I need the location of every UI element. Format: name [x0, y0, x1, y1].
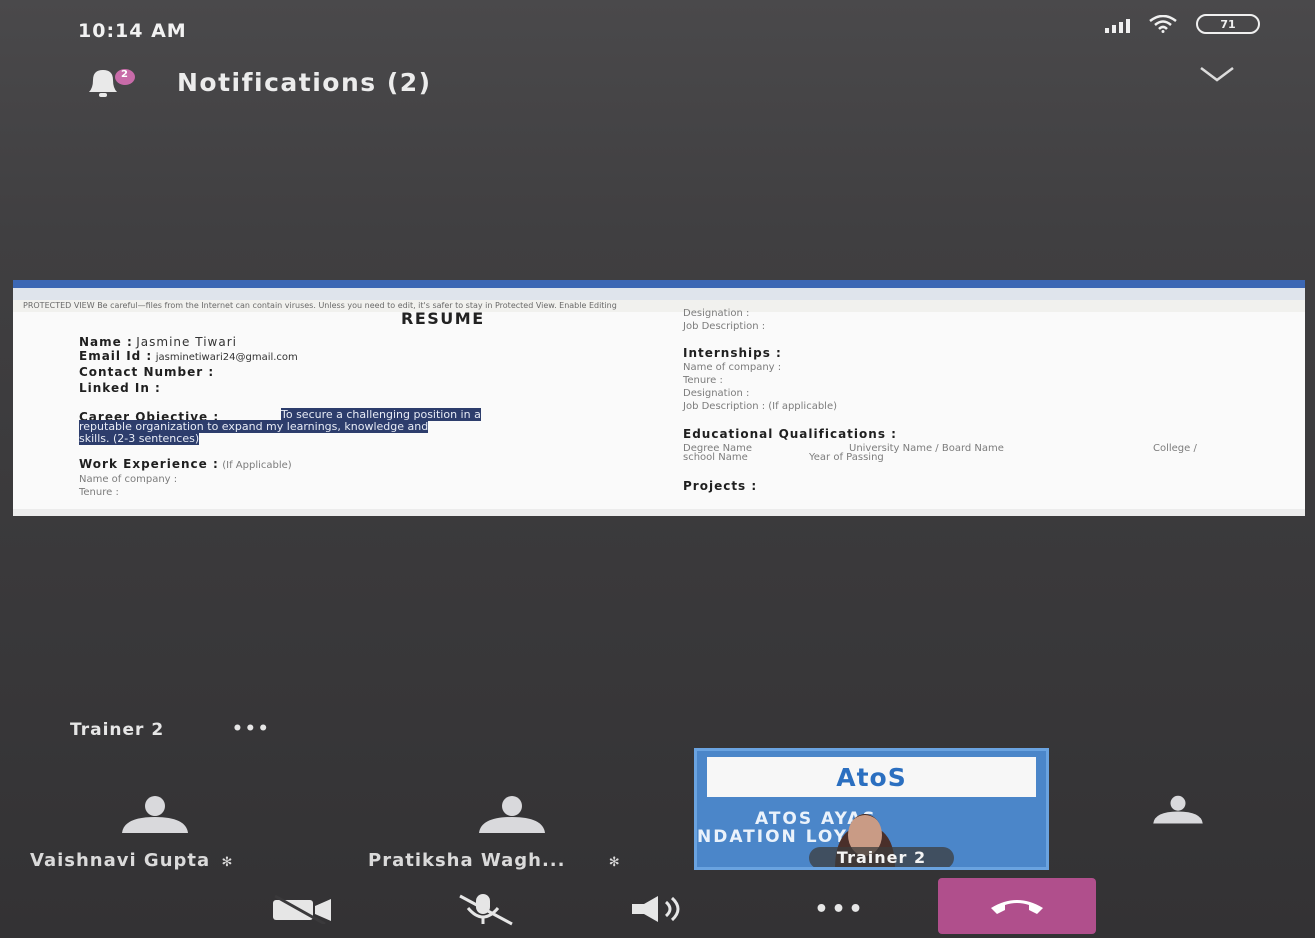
participant-name-1: Vaishnavi Gupta ✻ — [30, 850, 233, 871]
wifi-icon — [1149, 15, 1177, 33]
participant-name-text: Pratiksha Wagh... — [368, 850, 566, 871]
work-note: (If Applicable) — [222, 460, 292, 471]
resume-name-row: Name : Jasmine Tiwari — [79, 335, 237, 349]
job-description-label: Job Description : — [683, 321, 766, 332]
camera-off-button[interactable] — [268, 890, 336, 928]
edu-school: school Name — [683, 452, 748, 463]
work-label: Work Experience : — [79, 457, 219, 471]
contact-label: Contact Number : — [79, 365, 215, 379]
atos-logo-text: AtoS — [836, 762, 907, 792]
presenter-label: Trainer 2 — [70, 720, 165, 740]
presenter-video-tile[interactable]: AtoS ATOS AYAS NDATION LOYAB Trainer 2 — [694, 748, 1049, 870]
resume-email-row: Email Id : jasminetiwari24@gmail.com — [79, 349, 298, 363]
intern-job-description: Job Description : (If applicable) — [683, 401, 838, 412]
hang-up-icon — [991, 900, 1043, 914]
bell-icon: 2 — [85, 64, 135, 100]
muted-mic-icon: ✻ — [608, 855, 621, 870]
word-menu-bar — [13, 288, 1305, 300]
mic-off-icon — [459, 894, 513, 926]
email-label: Email Id : — [79, 349, 153, 363]
work-experience-row: Work Experience : (If Applicable) — [79, 457, 292, 471]
chevron-down-icon[interactable] — [1197, 62, 1237, 88]
teams-meeting-screen: 10:14 AM 71 2 Notifications (2) PROTECTE… — [0, 0, 1315, 938]
presenter-more-icon[interactable]: ••• — [232, 719, 271, 739]
camera-off-icon — [273, 894, 331, 924]
projects-label: Projects : — [683, 479, 758, 493]
word-title-ribbon — [13, 280, 1305, 288]
email-value: jasminetiwari24@gmail.com — [155, 352, 298, 363]
end-call-button[interactable] — [938, 878, 1096, 934]
speaker-icon — [632, 896, 680, 922]
protected-view-bar: PROTECTED VIEW Be careful—files from the… — [13, 300, 1305, 312]
intern-tenure: Tenure : — [683, 375, 723, 386]
shared-screen: PROTECTED VIEW Be careful—files from the… — [13, 280, 1305, 516]
mic-off-button[interactable] — [450, 890, 518, 928]
work-tenure: Tenure : — [79, 487, 119, 498]
designation-label: Designation : — [683, 308, 750, 319]
word-status-bar — [13, 509, 1305, 516]
name-value: Jasmine Tiwari — [136, 335, 237, 349]
linkedin-label: Linked In : — [79, 381, 161, 395]
more-options-button[interactable]: ••• — [805, 890, 875, 928]
participant-avatar-icon — [1153, 795, 1203, 824]
participant-avatar-icon — [122, 796, 188, 833]
edu-year: Year of Passing — [809, 452, 884, 463]
objective-text-3: skills. (2-3 sentences) — [79, 432, 200, 445]
internships-label: Internships : — [683, 346, 782, 360]
notifications-title: Notifications (2) — [177, 67, 432, 97]
notifications-bar[interactable]: 2 Notifications (2) — [85, 62, 432, 102]
protected-view-text: PROTECTED VIEW Be careful—files from the… — [23, 301, 617, 310]
intern-company: Name of company : — [683, 362, 782, 373]
muted-mic-icon: ✻ — [221, 855, 234, 870]
status-icons: 71 — [1105, 14, 1260, 34]
participant-name-2: Pratiksha Wagh... ✻ — [368, 850, 621, 871]
status-time: 10:14 AM — [78, 20, 187, 42]
presenter-name-tag: Trainer 2 — [809, 847, 954, 867]
battery-icon: 71 — [1196, 14, 1260, 34]
intern-designation: Designation : — [683, 388, 750, 399]
resume-title: RESUME — [401, 309, 485, 328]
signal-icon — [1105, 15, 1130, 33]
work-company: Name of company : — [79, 474, 178, 485]
edu-college: College / — [1153, 443, 1197, 454]
speaker-button[interactable] — [625, 890, 695, 928]
education-label: Educational Qualifications : — [683, 427, 897, 441]
status-bar: 10:14 AM 71 — [0, 0, 1315, 52]
participant-name-text: Vaishnavi Gupta — [30, 850, 211, 871]
objective-line-3: skills. (2-3 sentences) — [79, 432, 200, 445]
name-label: Name : — [79, 335, 133, 349]
participant-avatar-icon — [479, 796, 545, 833]
atos-logo: AtoS — [707, 757, 1036, 797]
notification-count-badge: 2 — [121, 69, 128, 80]
